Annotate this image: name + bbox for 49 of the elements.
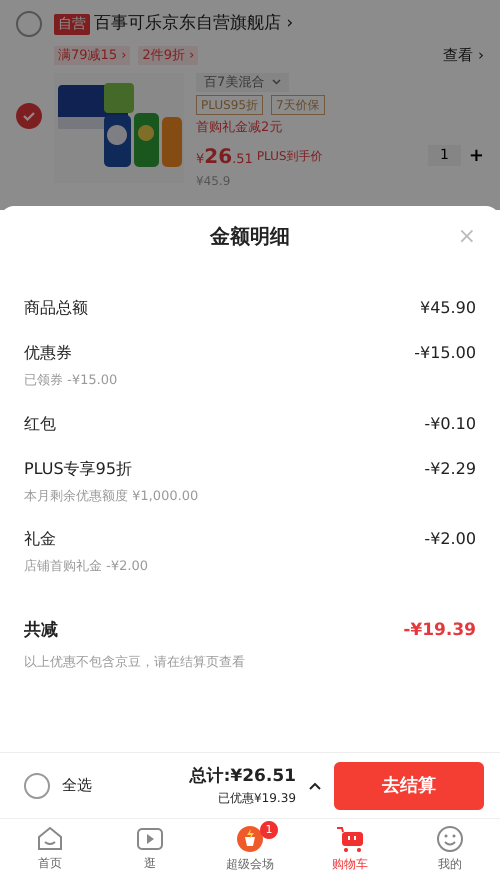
store-checkbox[interactable] bbox=[16, 11, 42, 37]
nav-tab[interactable]: 逛 bbox=[100, 819, 200, 879]
increase-button[interactable]: + bbox=[468, 142, 484, 169]
amount-value: ¥45.90 bbox=[420, 297, 476, 319]
nav-tab[interactable]: 首页 bbox=[0, 819, 100, 879]
amount-label: 优惠券 bbox=[24, 342, 72, 364]
amount-label: 礼金 bbox=[24, 528, 56, 550]
fire-bag-icon bbox=[236, 825, 264, 853]
amount-note: 店铺首购礼金 -¥2.00 bbox=[24, 558, 150, 576]
sheet-title: 金额明细 bbox=[210, 223, 290, 250]
gift-promo: 首购礼金减2元 bbox=[196, 119, 284, 137]
chevron-down-icon bbox=[272, 79, 282, 86]
nav-tab[interactable]: 购物车 bbox=[300, 819, 400, 879]
service-tag: PLUS95折 bbox=[196, 95, 263, 115]
original-price: ¥45.9 bbox=[196, 174, 232, 188]
amount-value: -¥2.00 bbox=[424, 528, 476, 550]
select-all-checkbox[interactable] bbox=[24, 772, 50, 798]
variant-selector[interactable]: 百7美混合 bbox=[196, 72, 290, 92]
price-note: PLUS到手价 bbox=[256, 148, 323, 164]
self-operated-badge: 自营 bbox=[54, 14, 90, 34]
cart-icon bbox=[335, 825, 365, 853]
play-icon bbox=[136, 826, 164, 852]
total-discount-value: -¥19.39 bbox=[403, 618, 476, 642]
total-price: 总计:¥26.51 bbox=[190, 764, 296, 788]
amount-label: 商品总额 bbox=[24, 297, 88, 319]
checkout-button[interactable]: 去结算 bbox=[334, 762, 484, 810]
product-checkbox[interactable] bbox=[16, 102, 42, 128]
quantity-field[interactable]: 1 bbox=[428, 145, 461, 166]
amount-note: 已领券 -¥15.00 bbox=[24, 372, 118, 390]
total-discount-label: 共减 bbox=[24, 618, 58, 642]
amount-note: 本月剩余优惠额度 ¥1,000.00 bbox=[24, 488, 200, 506]
nav-tab[interactable]: 我的 bbox=[400, 819, 500, 879]
amount-value: -¥15.00 bbox=[414, 342, 476, 364]
select-all-label[interactable]: 全选 bbox=[62, 774, 92, 797]
store-name[interactable]: 百事可乐京东自营旗舰店 › bbox=[94, 11, 294, 37]
saved-amount: 已优惠¥19.39 bbox=[218, 790, 296, 808]
product-price: ¥26.51 bbox=[196, 142, 253, 170]
home-icon bbox=[36, 826, 64, 852]
amount-value: -¥0.10 bbox=[424, 412, 476, 434]
chevron-up-icon[interactable] bbox=[308, 780, 322, 790]
nav-tab[interactable]: 超级会场 1 bbox=[200, 819, 300, 879]
amount-label: PLUS专享95折 bbox=[24, 458, 132, 480]
view-link[interactable]: 查看 › bbox=[443, 44, 484, 66]
service-tag: 7天价保 bbox=[271, 95, 325, 115]
amount-value: -¥2.29 bbox=[424, 458, 476, 480]
amount-label: 红包 bbox=[24, 412, 56, 434]
notification-badge: 1 bbox=[260, 821, 278, 839]
smiley-icon bbox=[436, 825, 464, 853]
discount-note: 以上优惠不包含京豆，请在结算页查看 bbox=[24, 654, 246, 672]
